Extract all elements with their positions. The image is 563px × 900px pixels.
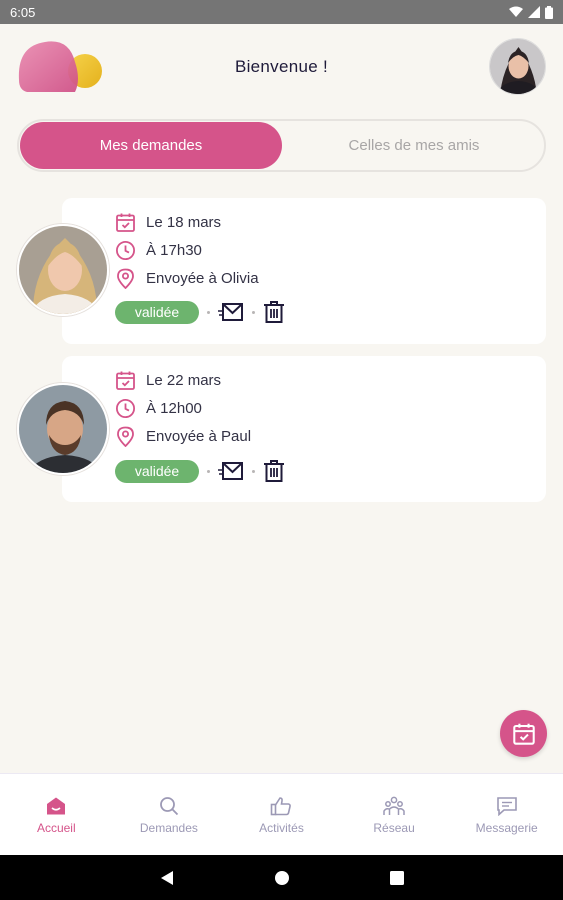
request-recipient: Envoyée à Paul — [146, 428, 252, 445]
recipient-row: Envoyée à Paul — [115, 426, 251, 447]
tab-friends-requests[interactable]: Celles de mes amis — [284, 122, 544, 169]
calendar-check-icon — [116, 213, 135, 232]
tab-my-requests[interactable]: Mes demandes — [20, 122, 282, 169]
location-pin-icon — [117, 426, 134, 447]
nav-label: Demandes — [139, 821, 198, 835]
nav-label: Accueil — [36, 821, 76, 835]
date-row: Le 22 mars — [115, 370, 221, 391]
status-badge: validée — [115, 459, 199, 483]
request-date: Le 18 mars — [146, 214, 222, 231]
system-nav-bar — [0, 855, 563, 900]
bottom-nav: Accueil Demandes Activités Réseau Messag… — [0, 773, 563, 855]
send-mail-icon[interactable] — [218, 461, 244, 481]
nav-label: Activités — [259, 821, 304, 835]
separator-dot — [207, 469, 210, 473]
trash-icon[interactable] — [263, 459, 285, 483]
separator-dot — [252, 310, 255, 314]
nav-item-demandes[interactable]: Demandes — [113, 774, 226, 855]
home-icon — [47, 797, 66, 815]
date-row: Le 18 mars — [115, 212, 221, 233]
thumbs-up-icon — [271, 797, 292, 816]
request-recipient: Envoyée à Olivia — [146, 270, 259, 287]
back-icon[interactable] — [160, 870, 174, 886]
contact-avatar-olivia — [17, 224, 109, 316]
time-row: À 12h00 — [115, 398, 202, 419]
clock-icon — [115, 398, 136, 419]
request-actions: validée — [115, 459, 285, 483]
request-actions: validée — [115, 300, 285, 324]
status-icons — [509, 5, 553, 19]
status-bar: 6:05 — [0, 0, 563, 24]
nav-item-messagerie[interactable]: Messagerie — [450, 774, 563, 855]
nav-item-activites[interactable]: Activités — [225, 774, 338, 855]
page-title: Bienvenue ! — [234, 57, 329, 76]
network-icon — [383, 796, 405, 815]
calendar-check-icon — [512, 723, 535, 745]
chat-icon — [496, 797, 517, 816]
request-time: À 17h30 — [146, 242, 202, 259]
nav-item-accueil[interactable]: Accueil — [0, 774, 113, 855]
location-pin-icon — [117, 268, 134, 289]
status-time: 6:05 — [10, 4, 36, 20]
recent-apps-icon[interactable] — [389, 870, 404, 885]
clock-icon — [115, 240, 136, 261]
recipient-row: Envoyée à Olivia — [115, 268, 259, 289]
nav-label: Messagerie — [475, 821, 538, 835]
request-time: À 12h00 — [146, 400, 202, 417]
separator-dot — [252, 469, 255, 473]
user-avatar[interactable] — [489, 38, 546, 95]
signal-icon — [528, 6, 540, 18]
search-icon — [159, 797, 179, 816]
nav-label: Réseau — [373, 821, 415, 835]
battery-icon — [545, 5, 553, 19]
new-request-button[interactable] — [500, 710, 547, 757]
contact-avatar-paul — [17, 383, 109, 475]
separator-dot — [207, 310, 210, 314]
calendar-check-icon — [116, 371, 135, 390]
request-tabs: Mes demandes Celles de mes amis — [17, 119, 546, 172]
send-mail-icon[interactable] — [218, 302, 244, 322]
status-badge: validée — [115, 300, 199, 324]
wifi-icon — [509, 6, 523, 17]
home-button-icon[interactable] — [274, 870, 290, 886]
time-row: À 17h30 — [115, 240, 202, 261]
header: Bienvenue ! — [0, 24, 563, 114]
nav-item-reseau[interactable]: Réseau — [338, 774, 451, 855]
trash-icon[interactable] — [263, 300, 285, 324]
request-date: Le 22 mars — [146, 372, 222, 389]
